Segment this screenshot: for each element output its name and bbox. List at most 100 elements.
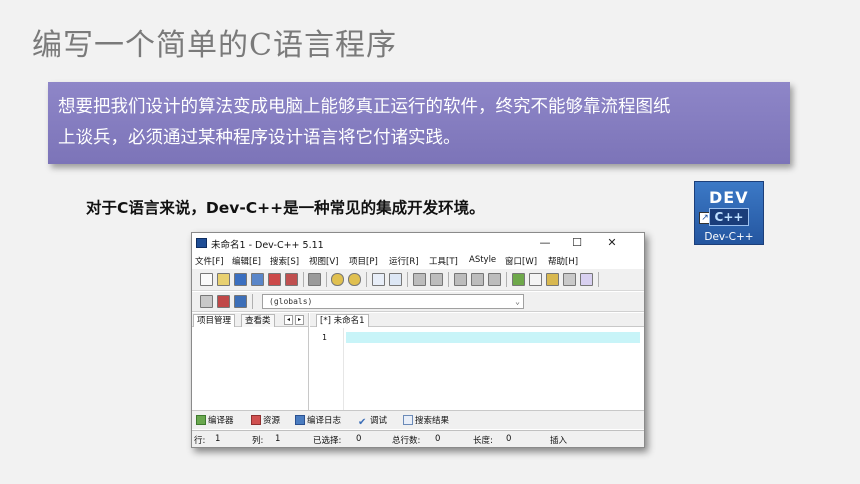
status-insert-mode: 插入 [550, 436, 568, 446]
check-icon[interactable] [580, 273, 593, 286]
resources-icon [251, 415, 261, 425]
current-line-highlight [346, 332, 640, 343]
logo-top-text: DEV [709, 188, 749, 207]
toolbar-separator [448, 272, 449, 287]
chevron-down-icon: ⌄ [515, 297, 520, 306]
toolbar-separator [252, 294, 253, 309]
menu-astyle[interactable]: AStyle [469, 255, 496, 265]
grid-icon[interactable] [563, 273, 576, 286]
tab-search-results[interactable]: 搜索结果 [403, 414, 449, 426]
status-length-value: 0 [506, 434, 512, 444]
scope-select[interactable]: (globals) ⌄ [262, 294, 524, 309]
panel-icon[interactable] [546, 273, 559, 286]
insert-icon[interactable] [200, 295, 213, 308]
open-file-icon[interactable] [217, 273, 230, 286]
save-all-icon[interactable] [251, 273, 264, 286]
toolbar-separator [366, 272, 367, 287]
tab-search-results-label: 搜索结果 [415, 416, 450, 426]
tab-scroll-left-icon[interactable]: ◂ [284, 315, 293, 325]
status-selected-value: 0 [356, 434, 362, 444]
window-title: 未命名1 - Dev-C++ 5.11 [211, 240, 324, 251]
slide-title: 编写一个简单的C语言程序 [32, 28, 397, 63]
tab-compiler[interactable]: 编译器 [196, 414, 234, 426]
tab-resources-label: 资源 [263, 416, 281, 426]
line-number: 1 [322, 333, 327, 342]
window-icon[interactable] [529, 273, 542, 286]
project-panel: 项目管理 查看类 ◂ ▸ [192, 313, 309, 410]
subtitle: 对于C语言来说，Dev-C++是一种常见的集成开发环境。 [86, 199, 485, 217]
toolbar-separator [598, 272, 599, 287]
app-icon [196, 238, 207, 248]
print-icon[interactable] [308, 273, 321, 286]
status-total-lines-label: 总行数: [392, 436, 421, 446]
code-editor[interactable]: [*] 未命名1 1 [310, 313, 644, 410]
close-all-icon[interactable] [285, 273, 298, 286]
menu-tools[interactable]: 工具[T] [429, 255, 458, 267]
tab-compiler-label: 编译器 [208, 416, 234, 426]
goto-bookmark-icon[interactable] [234, 295, 247, 308]
bottom-panel-tabs: 编译器 资源 编译日志 ✔ 调试 搜索结果 [192, 410, 644, 429]
scope-select-value: (globals) [269, 297, 313, 306]
status-col-value: 1 [275, 434, 281, 444]
tab-compile-log[interactable]: 编译日志 [295, 414, 341, 426]
menu-view[interactable]: 视图[V] [309, 255, 338, 267]
compile-log-icon [295, 415, 305, 425]
logo-caption: Dev-C++ [704, 231, 754, 243]
toolbar-separator [506, 272, 507, 287]
secondary-toolbar: (globals) ⌄ [192, 292, 644, 312]
tab-scroll-right-icon[interactable]: ▸ [295, 315, 304, 325]
project-icon[interactable] [512, 273, 525, 286]
status-col-label: 列: [252, 436, 264, 446]
tab-untitled-1[interactable]: [*] 未命名1 [316, 314, 369, 327]
status-selected-label: 已选择: [313, 436, 342, 446]
intro-callout: 想要把我们设计的算法变成电脑上能够真正运行的软件，终究不能够靠流程图纸 上谈兵，… [48, 82, 790, 164]
bookmark-icon[interactable] [488, 273, 501, 286]
search-results-icon [403, 415, 413, 425]
replace-icon[interactable] [389, 273, 402, 286]
tab-resources[interactable]: 资源 [251, 414, 280, 426]
close-file-icon[interactable] [268, 273, 281, 286]
menu-project[interactable]: 项目[P] [349, 255, 378, 267]
undo-icon[interactable] [331, 273, 344, 286]
new-file-icon[interactable] [200, 273, 213, 286]
menu-window[interactable]: 窗口[W] [505, 255, 537, 267]
toggle-bookmark-icon[interactable] [217, 295, 230, 308]
goto-forward-icon[interactable] [471, 273, 484, 286]
menu-search[interactable]: 搜索[S] [270, 255, 299, 267]
logo-box-text: C++ [709, 208, 749, 226]
redo-icon[interactable] [348, 273, 361, 286]
menu-file[interactable]: 文件[F] [195, 255, 224, 267]
tab-compile-log-label: 编译日志 [307, 416, 342, 426]
line-gutter: 1 [310, 328, 344, 410]
find-icon[interactable] [372, 273, 385, 286]
goto-back-icon[interactable] [454, 273, 467, 286]
devcpp-window: 未命名1 - Dev-C++ 5.11 — ☐ ✕ 文件[F] 编辑[E] 搜索… [191, 232, 645, 448]
unindent-icon[interactable] [430, 273, 443, 286]
tab-debug-label: 调试 [370, 416, 388, 426]
status-row-value: 1 [215, 434, 221, 444]
toolbar-separator [326, 272, 327, 287]
menu-run[interactable]: 运行[R] [389, 255, 419, 267]
save-icon[interactable] [234, 273, 247, 286]
main-toolbar [192, 269, 644, 291]
tab-class-view[interactable]: 查看类 [241, 314, 275, 327]
status-row-label: 行: [194, 436, 206, 446]
debug-check-icon: ✔ [358, 417, 367, 428]
status-bar: 行: 1 列: 1 已选择: 0 总行数: 0 长度: 0 插入 [192, 430, 644, 447]
callout-line-1: 想要把我们设计的算法变成电脑上能够真正运行的软件，终究不能够靠流程图纸 [58, 97, 671, 117]
status-length-label: 长度: [473, 436, 493, 446]
callout-line-2: 上谈兵，必须通过某种程序设计语言将它付诸实践。 [58, 128, 461, 148]
tab-project-manager[interactable]: 项目管理 [193, 314, 236, 327]
title-bar: 未命名1 - Dev-C++ 5.11 — ☐ ✕ [192, 233, 644, 253]
close-button[interactable]: ✕ [597, 235, 627, 251]
minimize-button[interactable]: — [530, 235, 560, 251]
editor-tabs: [*] 未命名1 [310, 313, 644, 327]
dev-cpp-logo-icon: DEV ↗ C++ Dev-C++ [694, 181, 764, 245]
indent-icon[interactable] [413, 273, 426, 286]
tab-debug[interactable]: ✔ 调试 [358, 414, 387, 428]
menu-edit[interactable]: 编辑[E] [232, 255, 261, 267]
project-panel-tabs: 项目管理 查看类 ◂ ▸ [192, 313, 308, 327]
menu-bar: 文件[F] 编辑[E] 搜索[S] 视图[V] 项目[P] 运行[R] 工具[T… [192, 254, 644, 268]
menu-help[interactable]: 帮助[H] [548, 255, 578, 267]
maximize-button[interactable]: ☐ [562, 235, 592, 251]
